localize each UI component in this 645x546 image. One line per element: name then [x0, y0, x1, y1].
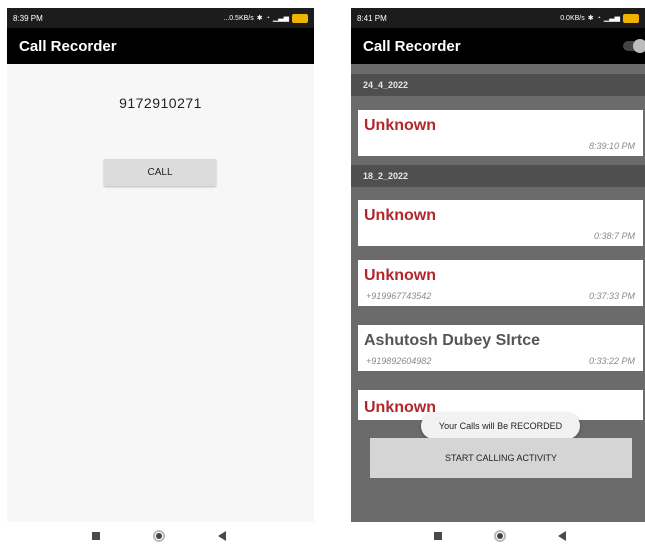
app-title: Call Recorder [19, 37, 117, 55]
right-phone-screen: 8:41 PM 0.0KB/s ✱ ◔ ▁▃▅ Call Recorder 24… [351, 8, 645, 522]
caller-number: +919967743542 [366, 291, 432, 301]
toast-message: Your Calls will Be RECORDED [421, 413, 580, 439]
call-list-item[interactable]: Unknown 8:39:10 PM [358, 110, 643, 156]
recents-icon[interactable] [92, 532, 100, 540]
nav-home-right[interactable] [494, 526, 506, 546]
date-header: 18_2_2022 [351, 165, 645, 187]
call-time: 0:33:22 PM [588, 356, 635, 366]
call-time: 8:39:10 PM [588, 141, 635, 151]
back-icon[interactable] [218, 531, 226, 541]
start-calling-activity-button[interactable]: START CALLING ACTIVITY [370, 438, 632, 478]
caller-name: Ashutosh Dubey SIrtce [364, 332, 541, 349]
back-icon[interactable] [558, 531, 566, 541]
bluetooth-icon: ✱ [256, 15, 263, 22]
alarm-icon: ◔ [265, 14, 270, 22]
network-speed: ...0.5KB/s [223, 14, 254, 22]
status-icons: 0.0KB/s ✱ ◔ ▁▃▅ [560, 13, 639, 23]
alarm-icon: ◔ [596, 14, 601, 22]
status-bar: 8:41 PM 0.0KB/s ✱ ◔ ▁▃▅ [351, 8, 645, 28]
battery-icon [292, 13, 308, 23]
home-icon[interactable] [494, 530, 506, 542]
status-bar: 8:39 PM ...0.5KB/s ✱ ◔ ▁▃▅ [7, 8, 314, 28]
call-button[interactable]: CALL [104, 159, 216, 186]
status-icons: ...0.5KB/s ✱ ◔ ▁▃▅ [223, 13, 308, 23]
call-list-item[interactable]: Ashutosh Dubey SIrtce +919892604982 0:33… [358, 325, 643, 371]
status-time: 8:41 PM [357, 13, 387, 23]
signal-icon: ▁▃▅ [272, 15, 289, 22]
caller-number: +919892604982 [366, 356, 432, 366]
battery-icon [623, 13, 639, 23]
bluetooth-icon: ✱ [587, 15, 594, 22]
app-bar: Call Recorder [351, 28, 645, 64]
recents-icon[interactable] [434, 532, 442, 540]
nav-home-left[interactable] [153, 526, 165, 546]
call-time: 0:37:33 PM [588, 291, 635, 301]
network-speed: 0.0KB/s [560, 14, 585, 22]
nav-back-right[interactable] [558, 526, 566, 546]
nav-back-left[interactable] [218, 526, 226, 546]
caller-name: Unknown [364, 117, 436, 134]
date-header: 24_4_2022 [351, 74, 645, 96]
record-toggle[interactable] [623, 39, 645, 53]
left-phone-screen: 8:39 PM ...0.5KB/s ✱ ◔ ▁▃▅ Call Recorder… [7, 8, 314, 522]
nav-recents-left[interactable] [92, 526, 100, 546]
signal-icon: ▁▃▅ [603, 15, 620, 22]
caller-name: Unknown [364, 207, 436, 224]
status-time: 8:39 PM [13, 13, 43, 23]
phone-number-display: 9172910271 [119, 95, 202, 111]
caller-name: Unknown [364, 399, 436, 416]
call-time: 0:38:7 PM [593, 231, 635, 241]
nav-recents-right[interactable] [434, 526, 442, 546]
home-icon[interactable] [153, 530, 165, 542]
app-title: Call Recorder [363, 37, 461, 55]
app-bar: Call Recorder [7, 28, 314, 64]
call-list-item[interactable]: Unknown 0:38:7 PM [358, 200, 643, 246]
caller-name: Unknown [364, 267, 436, 284]
call-list-item[interactable]: Unknown +919967743542 0:37:33 PM [358, 260, 643, 306]
